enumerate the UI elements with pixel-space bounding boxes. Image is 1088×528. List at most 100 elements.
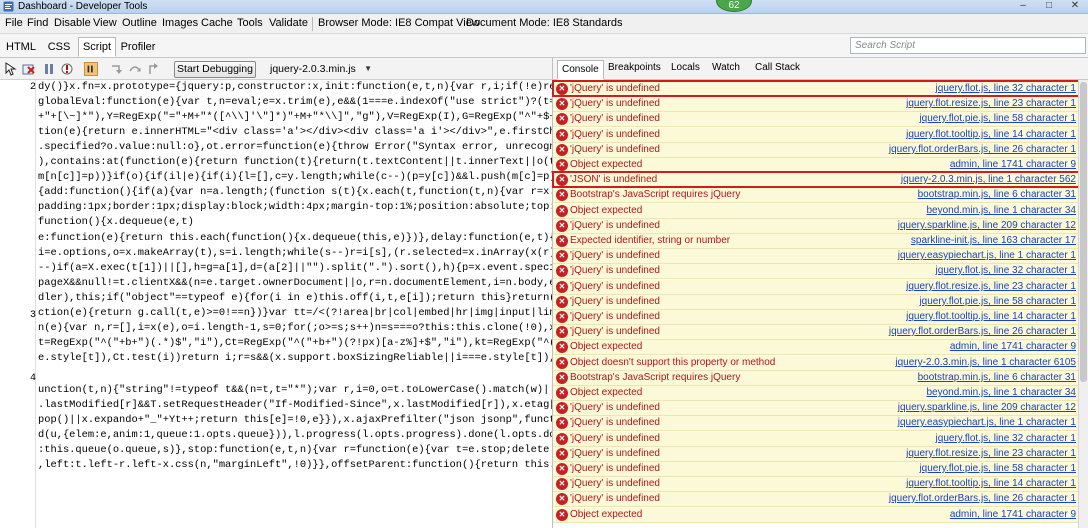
console-source-link[interactable]: admin, line 1741 character 9 [950, 159, 1076, 170]
error-icon: ✕ [556, 205, 568, 217]
console-row[interactable]: ✕'jQuery' is undefined jquery.flot.resize… [553, 447, 1078, 462]
console-source-link[interactable]: jquery.sparkline.js, line 209 character … [898, 220, 1076, 231]
console-row[interactable]: ✕ Object expected admin, line 1741 charact… [553, 508, 1078, 523]
console-source-link[interactable]: jquery.easypiechart.js, line 1 character… [898, 417, 1076, 428]
step-into-icon[interactable] [110, 62, 124, 76]
console-row[interactable]: ✕ Bootstrap's JavaScript requires jQuery b… [553, 371, 1078, 386]
menu-cache[interactable]: Cache [201, 17, 233, 29]
maximize-button[interactable]: □ [1036, 0, 1062, 13]
console-source-link[interactable]: jquery.flot.tooltip.js, line 14 characte… [906, 478, 1076, 489]
console-row[interactable]: ✕'jQuery' is undefined jquery.flot.pie.js… [553, 112, 1078, 127]
script-source-pane[interactable]: 2 3 4 dy()}x.fn=x.prototype={jquery:p,co… [0, 80, 552, 528]
menu-tools[interactable]: Tools [237, 17, 263, 29]
menu-file[interactable]: File [5, 17, 23, 29]
console-source-link[interactable]: jquery.flot.resize.js, line 23 character… [906, 98, 1076, 109]
console-row[interactable]: ✕'jQuery' is undefined jquery.flot.toolti… [553, 310, 1078, 325]
console-source-link[interactable]: bootstrap.min.js, line 6 character 31 [918, 189, 1076, 200]
console-source-link[interactable]: admin, line 1741 character 9 [950, 509, 1076, 520]
minimize-button[interactable]: – [1010, 0, 1036, 13]
menu-find[interactable]: Find [27, 17, 48, 29]
console-source-link[interactable]: jquery.flot.pie.js, line 58 character 1 [919, 113, 1076, 124]
tab-html[interactable]: HTML [4, 38, 38, 58]
menu-outline[interactable]: Outline [122, 17, 157, 29]
console-row[interactable]: ✕ Object expected admin, line 1741 charact… [553, 158, 1078, 173]
console-row[interactable]: ✕'jQuery' is undefined jquery.flot.pie.js… [553, 462, 1078, 477]
console-source-link[interactable]: jquery.flot.pie.js, line 58 character 1 [919, 463, 1076, 474]
code-line: globalEval:function(e){var t,n=eval;e=x.… [38, 96, 552, 108]
console-source-link[interactable]: jquery.sparkline.js, line 209 character … [898, 402, 1076, 413]
console-row[interactable]: ✕ Object expected beyond.min.js, line 1 ch… [553, 386, 1078, 401]
console-source-link[interactable]: jquery.flot.orderBars.js, line 26 charac… [889, 493, 1076, 504]
console-row[interactable]: ✕ 'JSON' is undefined jquery-2.0.3.min.js,… [553, 173, 1078, 188]
console-row[interactable]: ✕'jQuery' is undefined jquery.flot.orderB… [553, 143, 1078, 158]
line-number: 2 [30, 82, 37, 93]
console-source-link[interactable]: bootstrap.min.js, line 6 character 31 [918, 372, 1076, 383]
break-on-error-icon[interactable] [60, 62, 74, 76]
console-source-link[interactable]: jquery.flot.js, line 32 character 1 [936, 433, 1076, 444]
search-script-input[interactable]: Search Script [850, 37, 1086, 54]
tab-script[interactable]: Script [78, 37, 116, 57]
console-source-link[interactable]: jquery.flot.orderBars.js, line 26 charac… [889, 326, 1076, 337]
break-all-icon[interactable] [42, 62, 56, 76]
console-row[interactable]: ✕'jQuery' is undefined jquery.easypiechar… [553, 249, 1078, 264]
console-source-link[interactable]: admin, line 1741 character 9 [950, 341, 1076, 352]
console-message: 'JSON' is undefined [570, 174, 658, 185]
step-over-icon[interactable] [128, 62, 142, 76]
console-row[interactable]: ✕ Object expected admin, line 1741 charact… [553, 340, 1078, 355]
menu-validate[interactable]: Validate [269, 17, 308, 29]
console-source-link[interactable]: beyond.min.js, line 1 character 34 [926, 205, 1076, 216]
console-source-link[interactable]: jquery.flot.tooltip.js, line 14 characte… [906, 311, 1076, 322]
tab-breakpoints[interactable]: Breakpoints [608, 62, 661, 73]
tab-watch[interactable]: Watch [712, 62, 740, 73]
tab-css[interactable]: CSS [44, 38, 74, 58]
tab-console[interactable]: Console [557, 60, 604, 80]
console-row[interactable]: ✕'jQuery' is undefined jquery.flot.js, li… [553, 264, 1078, 279]
tab-locals[interactable]: Locals [671, 62, 700, 73]
console-row[interactable]: ✕'jQuery' is undefined jquery.flot.toolti… [553, 477, 1078, 492]
continue-icon[interactable] [84, 62, 98, 76]
scrollbar-thumb[interactable] [1080, 82, 1087, 382]
console-row[interactable]: ✕'jQuery' is undefined jquery.flot.js, li… [553, 432, 1078, 447]
console-source-link[interactable]: jquery.flot.pie.js, line 58 character 1 [919, 296, 1076, 307]
tab-call-stack[interactable]: Call Stack [755, 62, 800, 73]
console-row[interactable]: ✕'jQuery' is undefined jquery.sparkline.j… [553, 401, 1078, 416]
console-source-link[interactable]: jquery.easypiechart.js, line 1 character… [898, 250, 1076, 261]
console-row[interactable]: ✕'jQuery' is undefined jquery.flot.toolti… [553, 128, 1078, 143]
console-row[interactable]: ✕'jQuery' is undefined jquery.flot.pie.js… [553, 295, 1078, 310]
console-source-link[interactable]: jquery.flot.orderBars.js, line 26 charac… [889, 144, 1076, 155]
vertical-scrollbar[interactable] [1078, 80, 1088, 528]
console-source-link[interactable]: jquery-2.0.3.min.js, line 1 character 56… [901, 174, 1076, 185]
tab-profiler[interactable]: Profiler [118, 38, 158, 58]
console-source-link[interactable]: sparkline-init.js, line 163 character 17 [911, 235, 1076, 246]
error-icon: ✕ [556, 220, 568, 232]
console-row[interactable]: ✕'jQuery' is undefined jquery.easypiechar… [553, 416, 1078, 431]
console-row[interactable]: ✕ Object doesn't support this property or… [553, 356, 1078, 371]
console-source-link[interactable]: jquery.flot.resize.js, line 23 character… [906, 448, 1076, 459]
console-source-link[interactable]: jquery.flot.js, line 32 character 1 [936, 83, 1076, 94]
menu-disable[interactable]: Disable [54, 17, 91, 29]
menu-browser-mode[interactable]: Browser Mode: IE8 Compat View [318, 17, 480, 29]
console-source-link[interactable]: jquery.flot.resize.js, line 23 character… [906, 281, 1076, 292]
script-file-select[interactable]: jquery-2.0.3.min.js ▼ [266, 61, 376, 78]
console-row[interactable]: ✕ Expected identifier, string or number sp… [553, 234, 1078, 249]
clear-browser-cache-icon[interactable] [22, 62, 36, 76]
console-source-link[interactable]: jquery-2.0.3.min.js, line 1 character 61… [895, 357, 1076, 368]
menu-document-mode[interactable]: Document Mode: IE8 Standards [466, 17, 623, 29]
start-debugging-button[interactable]: Start Debugging [174, 61, 256, 78]
console-row[interactable]: ✕'jQuery' is undefined jquery.flot.orderB… [553, 325, 1078, 340]
console-row[interactable]: ✕'jQuery' is undefined jquery.sparkline.j… [553, 219, 1078, 234]
console-row[interactable]: ✕ Object expected beyond.min.js, line 1 ch… [553, 204, 1078, 219]
console-row[interactable]: ✕'jQuery' is undefined jquery.flot.orderB… [553, 492, 1078, 507]
console-source-link[interactable]: beyond.min.js, line 1 character 34 [926, 387, 1076, 398]
console-row[interactable]: ✕'jQuery' is undefined jquery.flot.resize… [553, 280, 1078, 295]
step-out-icon[interactable] [146, 62, 160, 76]
menu-view[interactable]: View [93, 17, 117, 29]
console-row[interactable]: ✕'jQuery' is undefined jquery.flot.js, li… [553, 82, 1078, 97]
menu-images[interactable]: Images [162, 17, 198, 29]
console-row[interactable]: ✕ Bootstrap's JavaScript requires jQuery b… [553, 188, 1078, 203]
console-row[interactable]: ✕'jQuery' is undefined jquery.flot.resize… [553, 97, 1078, 112]
select-element-icon[interactable] [4, 62, 18, 76]
close-button[interactable]: ✕ [1062, 0, 1088, 13]
console-source-link[interactable]: jquery.flot.js, line 32 character 1 [936, 265, 1076, 276]
console-source-link[interactable]: jquery.flot.tooltip.js, line 14 characte… [906, 129, 1076, 140]
